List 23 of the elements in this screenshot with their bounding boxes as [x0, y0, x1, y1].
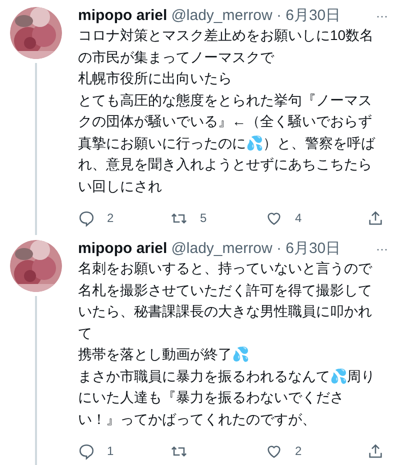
tweet-text: コロナ対策とマスク差止めをお願いしに10数名の市民が集まってノーマスクで — [78, 26, 375, 66]
share-icon[interactable] — [367, 442, 384, 460]
tweet-text: 名刺をお願いすると、持っていないと言うので名札を撮影させていただく許可を得て撮影していたら、秘書課課長の大きな男性職員に叩かれて — [78, 259, 374, 342]
tweet-text: とても高圧的な態度をとられた挙句『ノーマスクの団体が騒いでいる』←（全く騒いでおらず真摯にお願いに行ったのに💦）と、警察を呼ばれ、意見を聞き入れようとせずにあちこちたらい回しにされ — [78, 90, 376, 196]
user-name[interactable]: mipopo ariel — [78, 7, 168, 25]
user-name[interactable]: mipopo ariel — [78, 240, 168, 258]
reply-count: 2 — [107, 210, 114, 227]
more-button[interactable]: ··· — [376, 7, 388, 25]
more-button[interactable]: ··· — [376, 240, 388, 258]
comment-icon[interactable] — [78, 442, 95, 460]
user-handle: @lady_merrow · 6月30日 — [171, 240, 341, 258]
comment-icon[interactable] — [78, 210, 95, 226]
reply-count: 1 — [107, 443, 114, 460]
tweet-text: 札幌市役所に出向いたら — [78, 69, 233, 88]
retweet-count: 5 — [200, 210, 207, 227]
tweet-text: まさか市職員に暴力を振るわれるなんて💦周りにいた人達も『暴力を振るわないでください！』ってかばってくれたのですが、 — [78, 366, 376, 428]
tweet-text: 携帯を落とし動画が終了💦 — [78, 345, 250, 364]
share-icon[interactable] — [367, 210, 384, 226]
like-count: 4 — [295, 210, 302, 227]
like-count: 2 — [295, 443, 302, 460]
user-handle: @lady_merrow · 6月30日 — [171, 7, 341, 25]
heart-icon[interactable] — [265, 442, 283, 460]
heart-icon[interactable] — [265, 210, 283, 226]
